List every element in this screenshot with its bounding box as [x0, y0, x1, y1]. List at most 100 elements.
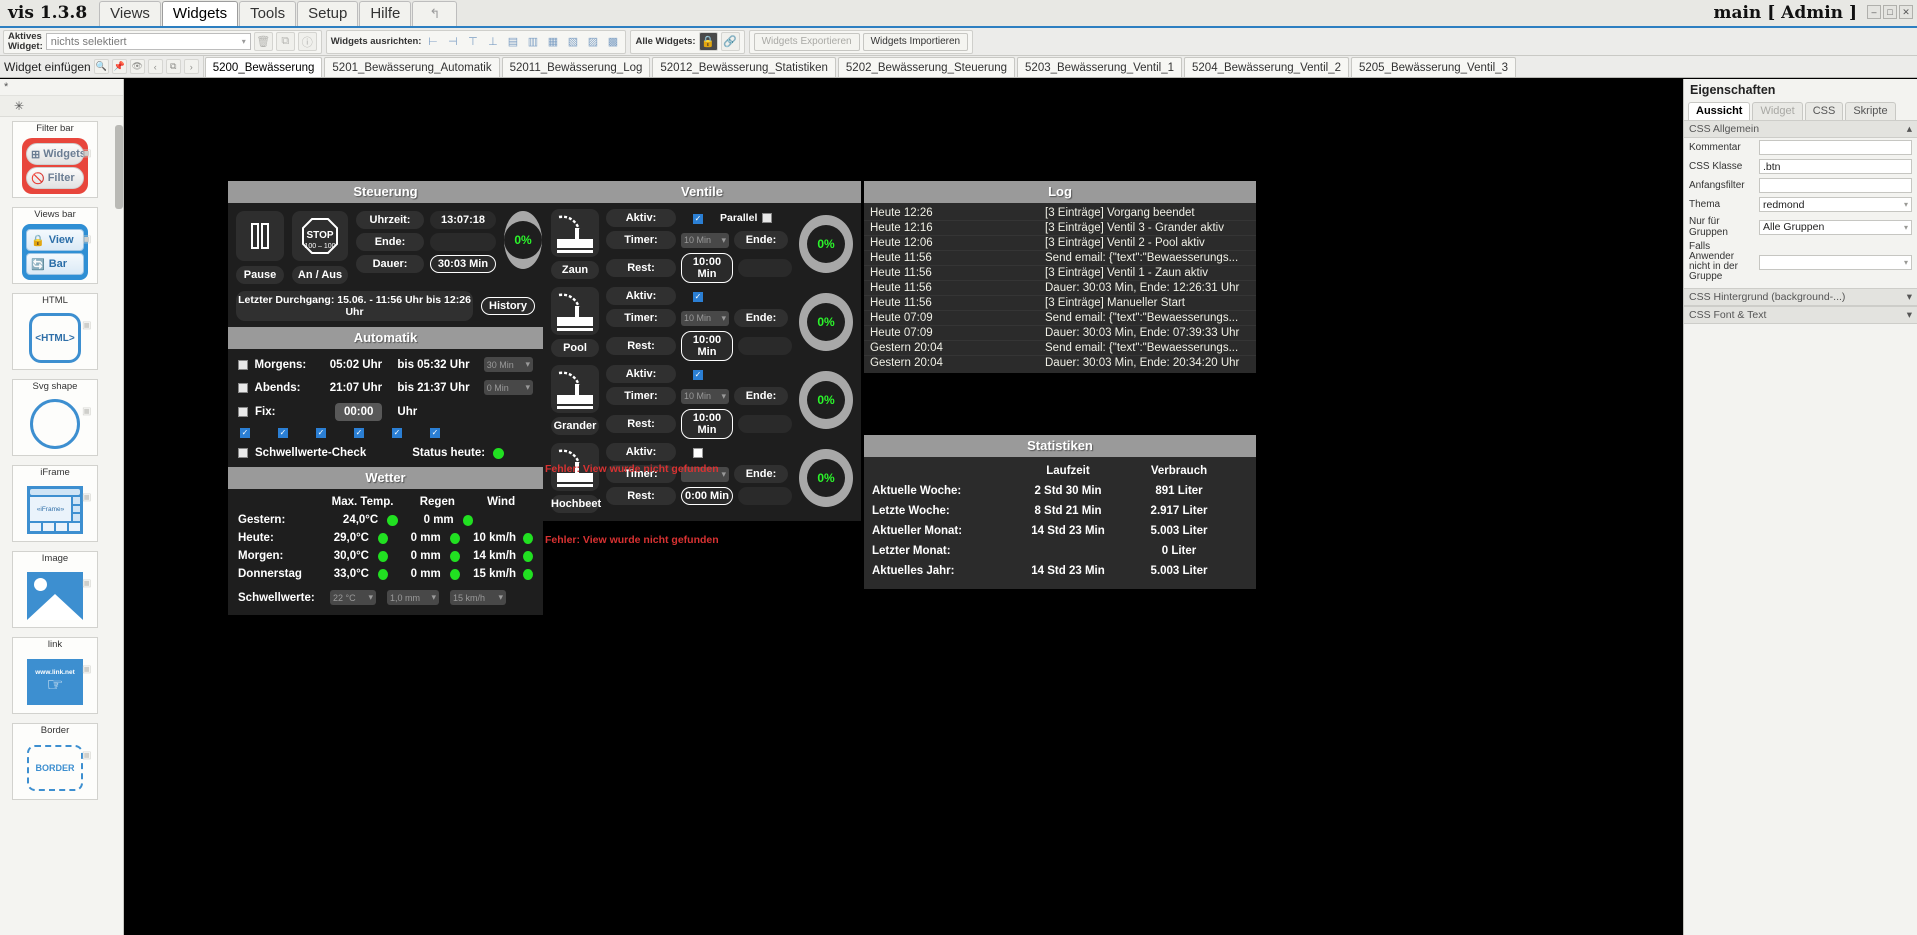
fix-checkbox[interactable] [238, 407, 248, 417]
export-widgets-button[interactable]: Widgets Exportieren [753, 32, 860, 51]
valve-timer-select-zaun[interactable]: 10 Min ▾ [681, 232, 729, 248]
active-widget-select[interactable]: nichts selektiert ▾ [45, 33, 251, 50]
valve-icon-pool[interactable] [551, 287, 599, 335]
link-icon[interactable]: 🔗 [720, 32, 740, 51]
wetter-header-row: Max. Temp. Regen Wind [238, 496, 533, 508]
group-css-hintergrund[interactable]: CSS Hintergrund (background-...) ▾ [1684, 288, 1917, 306]
valve-aktiv-checkbox-pool[interactable]: ✓ [693, 292, 703, 302]
view-tab-5202[interactable]: 5202_Bewässerung_Steuerung [837, 57, 1016, 77]
widget-info-button[interactable]: ⓘ [297, 32, 317, 51]
prev-view-icon[interactable]: ‹ [147, 59, 163, 74]
menu-item-tools[interactable]: Tools [239, 1, 297, 26]
group-css-allgemein[interactable]: CSS Allgemein ▴ [1684, 120, 1917, 138]
prop-value-falls-anwender[interactable]: ▾ [1759, 254, 1912, 270]
prop-value-css-klasse[interactable]: .btn [1759, 159, 1912, 174]
view-canvas[interactable]: Steuerung Pause STOP 100 – 100 An / Aus … [124, 79, 1683, 935]
threshold-temp-select[interactable]: 22 °C ▾ [330, 590, 376, 605]
copy-view-icon[interactable]: ⧉ [165, 59, 181, 74]
group-css-font-text[interactable]: CSS Font & Text ▾ [1684, 306, 1917, 324]
weekday-checkbox-2[interactable]: ✓ [278, 428, 288, 438]
palette-group-row[interactable]: ✳ [0, 96, 123, 117]
fix-time-input[interactable]: 00:00 [335, 403, 383, 421]
palette-card-filter-bar[interactable]: Filter bar ⊞ Widgets 🚫 Filter ▣ [12, 121, 98, 198]
search-icon[interactable]: 🔍 [93, 59, 109, 74]
onoff-button[interactable]: STOP 100 – 100 [292, 211, 348, 261]
valve-timer-select-grander[interactable]: 10 Min ▾ [681, 388, 729, 404]
stat-runtime: 2 Std 30 Min [1034, 485, 1102, 497]
view-tab-5201[interactable]: 5201_Bewässerung_Automatik [324, 57, 500, 77]
align-right-icon[interactable]: ⊤ [464, 33, 481, 50]
delete-widget-button[interactable]: 🗑 [253, 32, 273, 51]
align-middle-icon[interactable]: ▤ [504, 33, 521, 50]
menu-item-widgets[interactable]: Widgets [161, 1, 239, 26]
threshold-checkbox[interactable] [238, 448, 248, 458]
window-maximize-icon[interactable]: □ [1883, 4, 1897, 19]
morgens-checkbox[interactable] [238, 359, 248, 370]
window-close-icon[interactable]: ✕ [1899, 4, 1913, 19]
align-bottom-icon[interactable]: ▥ [524, 33, 541, 50]
pause-button[interactable] [236, 211, 284, 261]
valve-icon-grander[interactable] [551, 365, 599, 413]
view-tab-52012[interactable]: 52012_Bewässerung_Statistiken [652, 57, 836, 77]
undo-icon[interactable]: ↰ [412, 1, 458, 26]
copy-widget-button[interactable]: ⧉ [275, 32, 295, 51]
menu-item-setup[interactable]: Setup [297, 1, 359, 26]
dauer-value[interactable]: 30:03 Min [430, 255, 496, 273]
menu-item-hilfe[interactable]: Hilfe [359, 1, 412, 26]
weekday-checkbox-3[interactable]: ✓ [316, 428, 326, 438]
valve-aktiv-checkbox-hochbeet[interactable]: ✓ [693, 448, 703, 458]
tab-skripte[interactable]: Skripte [1845, 102, 1896, 120]
prop-value-gruppen[interactable]: Alle Gruppen ▾ [1759, 219, 1912, 235]
view-tab-52011[interactable]: 52011_Bewässerung_Log [501, 57, 651, 77]
lock-icon[interactable]: 🔒 [698, 32, 718, 51]
palette-card-html[interactable]: HTML <HTML> ▣ [12, 293, 98, 370]
next-view-icon[interactable]: › [183, 59, 199, 74]
palette-card-svg-shape[interactable]: Svg shape ▣ [12, 379, 98, 456]
align-top-icon[interactable]: ⊥ [484, 33, 501, 50]
align-center-icon[interactable]: ⊣ [444, 33, 461, 50]
weekday-checkbox-1[interactable]: ✓ [240, 428, 250, 438]
import-widgets-button[interactable]: Widgets Importieren [862, 32, 969, 51]
distribute-v-icon[interactable]: ▧ [564, 33, 581, 50]
prop-value-thema[interactable]: redmond ▾ [1759, 197, 1912, 212]
threshold-rain-select[interactable]: 1,0 mm ▾ [387, 590, 439, 605]
view-tab-5203[interactable]: 5203_Bewässerung_Ventil_1 [1017, 57, 1183, 77]
history-button[interactable]: History [481, 297, 535, 315]
log-list[interactable]: Heute 12:26 [3 Einträge] Vorgang beendet … [864, 203, 1256, 373]
view-tab-5200[interactable]: 5200_Bewässerung [204, 57, 323, 77]
palette-card-iframe[interactable]: iFrame «iFrame» ▣ [12, 465, 98, 542]
view-tab-5204[interactable]: 5204_Bewässerung_Ventil_2 [1184, 57, 1349, 77]
threshold-wind-select[interactable]: 15 km/h ▾ [450, 590, 506, 605]
valve-icon-zaun[interactable] [551, 209, 599, 257]
palette-scrollbar[interactable] [115, 125, 123, 209]
tab-css[interactable]: CSS [1804, 102, 1844, 120]
prop-value-kommentar[interactable] [1759, 140, 1912, 155]
pin-icon[interactable]: 📌 [111, 59, 127, 74]
view-tab-5205[interactable]: 5205_Bewässerung_Ventil_3 [1351, 57, 1516, 77]
palette-filter-row[interactable]: * [0, 79, 123, 96]
morgens-duration-select[interactable]: 30 Min ▾ [483, 357, 533, 372]
palette-card-views-bar[interactable]: Views bar 🔒 View 🔄 Bar ▣ [12, 207, 98, 284]
same-height-icon[interactable]: ▩ [604, 33, 621, 50]
weekday-checkbox-6[interactable]: ✓ [430, 428, 440, 438]
tab-widget[interactable]: Widget [1752, 102, 1803, 120]
parallel-checkbox[interactable] [762, 213, 773, 223]
palette-card-image[interactable]: Image ▣ [12, 551, 98, 628]
window-minimize-icon[interactable]: – [1867, 4, 1881, 19]
palette-card-link[interactable]: link www.link.net ☞ ▣ [12, 637, 98, 714]
same-width-icon[interactable]: ▨ [584, 33, 601, 50]
eye-icon[interactable]: 👁 [129, 59, 145, 74]
prop-value-anfangsfilter[interactable] [1759, 178, 1912, 193]
abends-checkbox[interactable] [238, 382, 248, 393]
weekday-checkbox-5[interactable]: ✓ [392, 428, 402, 438]
valve-aktiv-checkbox-zaun[interactable]: ✓ [693, 214, 703, 224]
palette-card-border[interactable]: Border BORDER ▣ [12, 723, 98, 800]
weekday-checkbox-4[interactable]: ✓ [354, 428, 364, 438]
align-left-icon[interactable]: ⊢ [424, 33, 441, 50]
valve-timer-select-pool[interactable]: 10 Min ▾ [681, 310, 729, 326]
abends-duration-select[interactable]: 0 Min ▾ [483, 380, 533, 395]
distribute-h-icon[interactable]: ▦ [544, 33, 561, 50]
menu-item-views[interactable]: Views [99, 1, 161, 26]
valve-aktiv-checkbox-grander[interactable]: ✓ [693, 370, 703, 380]
tab-aussicht[interactable]: Aussicht [1688, 102, 1751, 120]
